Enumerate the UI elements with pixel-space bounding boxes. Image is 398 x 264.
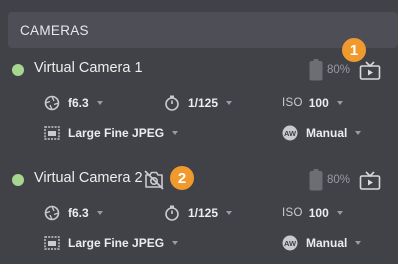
aperture-icon [44, 95, 60, 111]
camera-row-1[interactable]: Virtual Camera 1 80% 1 [0, 38, 398, 85]
chevron-down-icon [226, 211, 233, 215]
iso-setting-2[interactable]: ISO 100 [282, 203, 343, 223]
shutter-setting-1[interactable]: 1/125 [164, 93, 233, 113]
quality-value: Large Fine JPEG [68, 126, 165, 140]
callout-badge-1: 1 [342, 38, 366, 62]
shutter-timer-icon [165, 95, 179, 111]
status-dot [12, 64, 24, 76]
panel-title: CAMERAS [20, 22, 89, 38]
battery-icon [309, 169, 323, 191]
svg-text:AW: AW [284, 129, 297, 138]
chevron-down-icon [336, 211, 343, 215]
exposure-mode-icon: AW [282, 125, 298, 141]
chevron-down-icon [226, 101, 233, 105]
iso-value: 100 [308, 96, 329, 110]
live-view-icon[interactable] [359, 171, 381, 191]
shutter-timer-icon [165, 205, 179, 221]
battery-icon [309, 59, 323, 81]
chevron-down-icon [355, 241, 362, 245]
live-view-icon[interactable] [359, 61, 381, 81]
chevron-down-icon [96, 101, 103, 105]
chevron-down-icon [96, 211, 103, 215]
mode-value: Manual [306, 236, 348, 250]
shutter-value: 1/125 [188, 96, 219, 110]
iso-setting-1[interactable]: ISO 100 [282, 93, 343, 113]
aperture-setting-2[interactable]: f6.3 [44, 203, 103, 223]
camera-row-2[interactable]: Virtual Camera 2 2 80% [0, 165, 398, 195]
shutter-setting-2[interactable]: 1/125 [164, 203, 233, 223]
quality-value: Large Fine JPEG [68, 236, 165, 250]
battery-percent: 80% [327, 64, 351, 76]
exposure-mode-icon: AW [282, 235, 298, 251]
camera-name: Virtual Camera 2 [34, 170, 143, 186]
chevron-down-icon [172, 241, 179, 245]
iso-label: ISO [282, 207, 303, 219]
cameras-panel-header[interactable]: CAMERAS [8, 12, 398, 48]
aperture-icon [44, 205, 60, 221]
battery-percent: 80% [327, 174, 351, 186]
mode-setting-1[interactable]: AW Manual [282, 123, 362, 143]
camera-off-icon[interactable] [143, 169, 165, 191]
callout-badge-2: 2 [170, 166, 194, 190]
quality-setting-1[interactable]: Large Fine JPEG [44, 123, 179, 143]
aperture-value: f6.3 [68, 206, 89, 220]
iso-label: ISO [282, 97, 303, 109]
shutter-value: 1/125 [188, 206, 219, 220]
mode-setting-2[interactable]: AW Manual [282, 233, 362, 253]
image-quality-icon [44, 236, 60, 250]
svg-text:AW: AW [284, 239, 297, 248]
chevron-down-icon [336, 101, 343, 105]
image-quality-icon [44, 126, 60, 140]
aperture-setting-1[interactable]: f6.3 [44, 93, 103, 113]
camera-name: Virtual Camera 1 [34, 60, 143, 76]
iso-value: 100 [308, 206, 329, 220]
chevron-down-icon [172, 131, 179, 135]
chevron-down-icon [355, 131, 362, 135]
status-dot [12, 174, 24, 186]
mode-value: Manual [306, 126, 348, 140]
quality-setting-2[interactable]: Large Fine JPEG [44, 233, 179, 253]
aperture-value: f6.3 [68, 96, 89, 110]
